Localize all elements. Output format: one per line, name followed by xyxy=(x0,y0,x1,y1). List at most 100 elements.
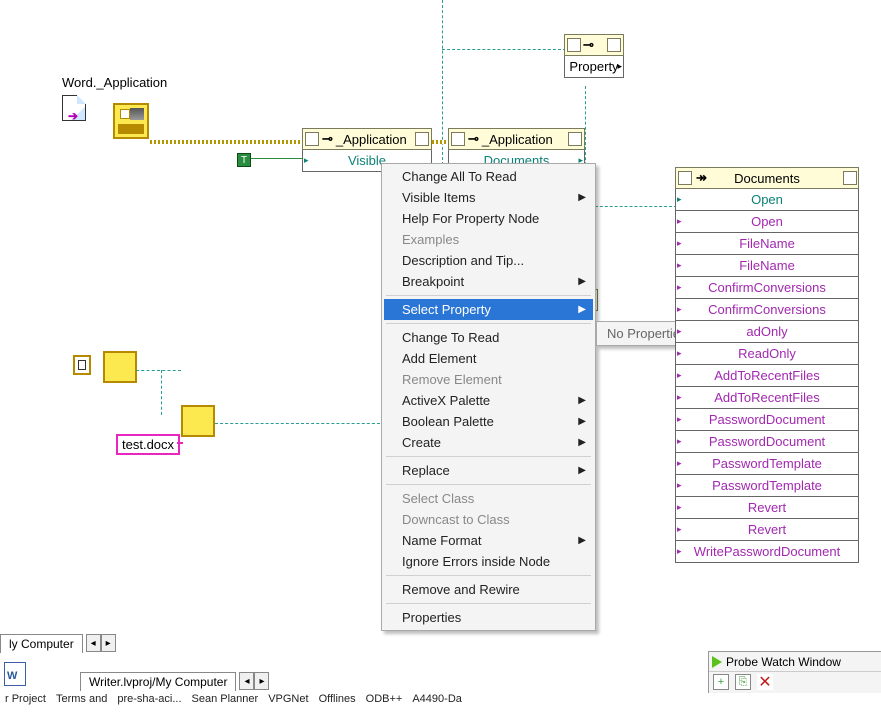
menu-item-select-class: Select Class xyxy=(384,488,593,509)
project-tab-strip-1[interactable]: ly Computer ◂ ▸ xyxy=(0,633,116,653)
tab-scroll-right-icon[interactable]: ▸ xyxy=(254,672,269,690)
tab-writer-project[interactable]: Writer.lvproj/My Computer xyxy=(80,672,236,691)
refnum-constant-icon[interactable] xyxy=(73,355,91,375)
doc-row-revert[interactable]: ▸Revert xyxy=(675,497,859,519)
doc-row-readonly[interactable]: ▸ReadOnly xyxy=(675,343,859,365)
menu-item-change-to-read[interactable]: Change To Read xyxy=(384,327,593,348)
menu-item-breakpoint[interactable]: Breakpoint▶ xyxy=(384,271,593,292)
menu-separator xyxy=(386,323,591,324)
taskbar-items: r Project Terms and pre-sha-aci... Sean Pla… xyxy=(0,693,881,719)
row-arrow-icon: ▸ xyxy=(677,216,682,227)
row-arrow-icon: ▸ xyxy=(677,392,682,403)
doc-row-open[interactable]: ▸Open xyxy=(675,189,859,211)
probe-insert-icon[interactable]: ⎘ xyxy=(735,674,751,690)
row-arrow-icon: ▸ xyxy=(677,326,682,337)
property-node-small[interactable]: ⊸ Property ▸ xyxy=(564,34,624,78)
menu-item-examples: Examples xyxy=(384,229,593,250)
class-file-icon: ➔ xyxy=(62,95,86,121)
boolean-constant-true[interactable]: T xyxy=(237,153,251,167)
menu-item-boolean-palette[interactable]: Boolean Palette▶ xyxy=(384,411,593,432)
row-arrow-icon: ▸ xyxy=(677,480,682,491)
menu-item-visible-items[interactable]: Visible Items▶ xyxy=(384,187,593,208)
property-row-empty[interactable]: Property ▸ xyxy=(564,56,624,78)
row-arrow-icon: ▸ xyxy=(677,436,682,447)
submenu-arrow-icon: ▶ xyxy=(578,416,586,427)
tab-scroll-left-icon[interactable]: ◂ xyxy=(239,672,254,690)
string-constant-testdoc[interactable]: test.docx xyxy=(116,434,180,455)
class-icon xyxy=(305,132,319,146)
doc-row-revert[interactable]: ▸Revert xyxy=(675,519,859,541)
row-arrow-icon: ▸ xyxy=(677,348,682,359)
menu-item-create[interactable]: Create▶ xyxy=(384,432,593,453)
class-icon xyxy=(607,38,621,52)
word-doc-icon[interactable]: W xyxy=(4,662,26,686)
play-icon xyxy=(712,656,722,668)
menu-item-add-element[interactable]: Add Element xyxy=(384,348,593,369)
doc-row-confirmconversions[interactable]: ▸ConfirmConversions xyxy=(675,299,859,321)
doc-row-filename[interactable]: ▸FileName xyxy=(675,233,859,255)
menu-item-properties[interactable]: Properties xyxy=(384,607,593,628)
submenu-arrow-icon: ▶ xyxy=(578,395,586,406)
project-tab-strip-2[interactable]: Writer.lvproj/My Computer ◂ ▸ xyxy=(80,671,269,691)
probe-add-icon[interactable]: + xyxy=(713,674,729,690)
tab-scroll-left-icon[interactable]: ◂ xyxy=(86,634,101,652)
property-node-documents[interactable]: ↠ Documents ▸Open▸Open▸FileName▸FileName… xyxy=(675,167,859,563)
node-label-word-app: Word._Application xyxy=(62,75,167,90)
taskbar-item[interactable]: A4490-Da xyxy=(412,693,462,719)
menu-item-remove-and-rewire[interactable]: Remove and Rewire xyxy=(384,579,593,600)
menu-item-description-and-tip[interactable]: Description and Tip... xyxy=(384,250,593,271)
row-arrow-icon: ▸ xyxy=(677,260,682,271)
doc-row-addtorecentfiles[interactable]: ▸AddToRecentFiles xyxy=(675,387,859,409)
menu-item-name-format[interactable]: Name Format▶ xyxy=(384,530,593,551)
doc-row-writepassworddocument[interactable]: ▸WritePasswordDocument xyxy=(675,541,859,563)
doc-row-addtorecentfiles[interactable]: ▸AddToRecentFiles xyxy=(675,365,859,387)
class-icon xyxy=(567,38,581,52)
bundle-icon-2[interactable] xyxy=(181,405,215,437)
probe-delete-icon[interactable]: ✕ xyxy=(757,674,773,690)
doc-row-passwordtemplate[interactable]: ▸PasswordTemplate xyxy=(675,475,859,497)
doc-row-passworddocument[interactable]: ▸PasswordDocument xyxy=(675,409,859,431)
menu-item-select-property[interactable]: Select Property▶ xyxy=(384,299,593,320)
taskbar-item[interactable]: Terms and xyxy=(56,693,107,719)
context-menu: Change All To ReadVisible Items▶Help For… xyxy=(381,163,596,631)
menu-item-replace[interactable]: Replace▶ xyxy=(384,460,593,481)
row-arrow-icon: ▸ xyxy=(677,524,682,535)
class-icon xyxy=(451,132,465,146)
menu-item-help-for-property-node[interactable]: Help For Property Node xyxy=(384,208,593,229)
probe-watch-panel[interactable]: Probe Watch Window + ⎘ ✕ xyxy=(708,651,881,693)
doc-row-filename[interactable]: ▸FileName xyxy=(675,255,859,277)
doc-row-passwordtemplate[interactable]: ▸PasswordTemplate xyxy=(675,453,859,475)
row-arrow-icon: ▸ xyxy=(677,414,682,425)
submenu-arrow-icon: ▶ xyxy=(578,465,586,476)
taskbar-item[interactable]: VPGNet xyxy=(268,693,308,719)
menu-item-ignore-errors-inside-node[interactable]: Ignore Errors inside Node xyxy=(384,551,593,572)
row-arrow-icon: ▸ xyxy=(677,238,682,249)
taskbar-item[interactable]: ODB++ xyxy=(366,693,403,719)
submenu-arrow-icon: ▶ xyxy=(578,192,586,203)
tab-scroll-right-icon[interactable]: ▸ xyxy=(101,634,116,652)
doc-row-open[interactable]: ▸Open xyxy=(675,211,859,233)
menu-item-change-all-to-read[interactable]: Change All To Read xyxy=(384,166,593,187)
taskbar-item[interactable]: pre-sha-aci... xyxy=(117,693,181,719)
class-icon xyxy=(415,132,429,146)
bundle-icon-1[interactable] xyxy=(103,351,137,383)
row-arrow-icon: ▸ xyxy=(677,304,682,315)
probe-title-text: Probe Watch Window xyxy=(726,655,841,669)
row-arrow-icon: ▸ xyxy=(677,282,682,293)
doc-row-confirmconversions[interactable]: ▸ConfirmConversions xyxy=(675,277,859,299)
menu-separator xyxy=(386,603,591,604)
doc-row-adonly[interactable]: ▸adOnly xyxy=(675,321,859,343)
menu-item-activex-palette[interactable]: ActiveX Palette▶ xyxy=(384,390,593,411)
menu-item-remove-element: Remove Element xyxy=(384,369,593,390)
automation-open-icon[interactable] xyxy=(113,103,149,139)
doc-row-passworddocument[interactable]: ▸PasswordDocument xyxy=(675,431,859,453)
tab-my-computer[interactable]: ly Computer xyxy=(0,634,83,653)
submenu-arrow-icon: ▶ xyxy=(578,276,586,287)
taskbar-item[interactable]: Offlines xyxy=(319,693,356,719)
taskbar-item[interactable]: Sean Planner xyxy=(192,693,259,719)
class-icon xyxy=(678,171,692,185)
row-arrow-icon: ▸ xyxy=(677,458,682,469)
menu-separator xyxy=(386,295,591,296)
menu-separator xyxy=(386,456,591,457)
taskbar-item[interactable]: r Project xyxy=(5,693,46,719)
